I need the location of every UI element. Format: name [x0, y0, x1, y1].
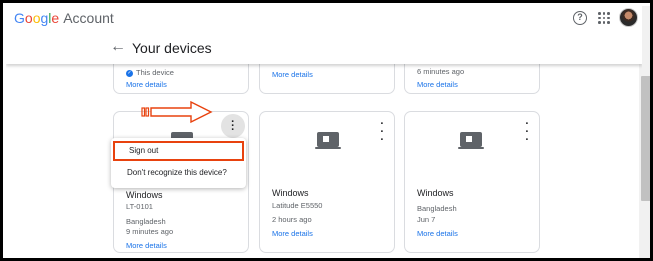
scrollbar-thumb[interactable]	[641, 76, 650, 201]
device-model: LT-0101	[126, 202, 153, 211]
more-details-link[interactable]: More details	[126, 241, 167, 250]
page-viewport: Google Account ? ✓ This device More detail…	[6, 6, 642, 258]
device-time: 6 minutes ago	[417, 67, 465, 76]
more-details-link[interactable]: More details	[417, 80, 458, 89]
device-options-menu: Sign out Don't recognize this device?	[111, 138, 246, 188]
more-vert-icon[interactable]: · · ·	[525, 119, 529, 146]
more-options-button[interactable]: · · ·	[221, 114, 245, 138]
check-circle-icon: ✓	[126, 69, 133, 77]
apps-grid-icon[interactable]	[598, 12, 610, 24]
avatar[interactable]	[619, 8, 638, 27]
device-location: Bangladesh	[417, 204, 457, 213]
help-icon[interactable]: ?	[573, 11, 587, 25]
logo-letter: G	[14, 10, 25, 26]
more-details-link[interactable]: More details	[272, 229, 313, 238]
screenshot-frame: Google Account ? ✓ This device More detail…	[0, 0, 653, 261]
device-name: Windows	[126, 190, 163, 200]
more-vert-icon: · · ·	[231, 116, 235, 136]
device-card[interactable]: · · · Windows Bangladesh Jun 7 More detail…	[404, 111, 540, 253]
device-time: 2 hours ago	[272, 215, 312, 224]
device-model: Latitude E5550	[272, 201, 323, 210]
device-status: ✓ This device	[126, 68, 174, 77]
device-time: Jun 7	[417, 215, 436, 224]
dont-recognize-menu-item[interactable]: Don't recognize this device?	[127, 168, 227, 177]
google-account-logo[interactable]: Google Account	[14, 10, 114, 26]
top-bar: Google Account ?	[6, 6, 642, 32]
device-status-text: This device	[136, 68, 174, 77]
logo-account-text: Account	[63, 10, 114, 26]
laptop-icon	[458, 132, 484, 150]
more-details-link[interactable]: More details	[417, 229, 458, 238]
sign-out-menu-item[interactable]: Sign out	[113, 141, 244, 161]
arrow-back-icon[interactable]: ←	[110, 38, 126, 56]
more-details-link[interactable]: More details	[126, 80, 167, 89]
device-card[interactable]: · · · Windows Latitude E5550 2 hours ago M…	[259, 111, 395, 253]
device-location: Bangladesh	[126, 217, 166, 226]
logo-letter: e	[51, 10, 60, 26]
laptop-icon	[315, 132, 341, 150]
device-name: Windows	[272, 188, 309, 198]
more-details-link[interactable]: More details	[272, 70, 313, 79]
page-header: ← Your devices	[6, 32, 642, 64]
device-name: Windows	[417, 188, 454, 198]
more-vert-icon[interactable]: · · ·	[380, 119, 384, 146]
logo-letter: o	[24, 10, 33, 26]
device-time: 9 minutes ago	[126, 227, 174, 236]
annotation-arrow-icon	[141, 100, 213, 124]
page-title: Your devices	[132, 40, 212, 56]
